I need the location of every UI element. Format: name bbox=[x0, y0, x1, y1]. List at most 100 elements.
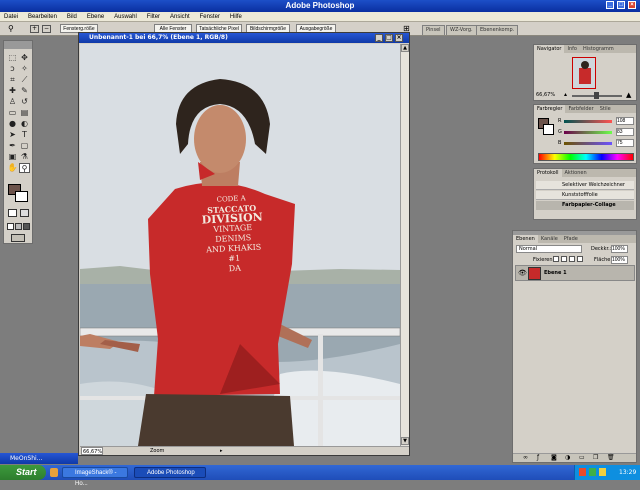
zoom-out-icon[interactable]: − bbox=[42, 25, 51, 33]
background-color-swatch[interactable] bbox=[15, 191, 28, 202]
green-slider[interactable] bbox=[564, 131, 612, 134]
zoom-icon[interactable]: ⚲ bbox=[8, 24, 20, 34]
maximize-button[interactable]: □ bbox=[617, 1, 625, 9]
close-button[interactable]: × bbox=[628, 1, 636, 9]
blue-value-input[interactable] bbox=[616, 139, 634, 147]
tab-history[interactable]: Protokoll bbox=[534, 169, 562, 177]
opacity-input[interactable] bbox=[611, 245, 628, 253]
slice-tool-icon[interactable]: ⟋ bbox=[19, 75, 30, 85]
zoom-tool-icon[interactable]: ⚲ bbox=[19, 163, 30, 173]
layer-mask-icon[interactable]: ◙ bbox=[551, 454, 557, 461]
clone-stamp-tool-icon[interactable]: ♙ bbox=[7, 97, 18, 107]
tab-actions[interactable]: Aktionen bbox=[562, 169, 590, 177]
tab-swatches[interactable]: Farbfelder bbox=[565, 105, 596, 113]
new-group-icon[interactable]: ▭ bbox=[579, 454, 585, 461]
red-value-input[interactable] bbox=[616, 117, 634, 125]
taskbar-item-photoshop[interactable]: Adobe Photoshop bbox=[134, 467, 206, 478]
navigator-zoom-out-icon[interactable]: ▴ bbox=[564, 91, 567, 98]
new-layer-icon[interactable]: ❐ bbox=[593, 454, 598, 461]
red-slider[interactable] bbox=[564, 120, 612, 123]
tray-icon[interactable] bbox=[599, 468, 606, 476]
eyedropper-tool-icon[interactable]: ⚗ bbox=[19, 152, 30, 162]
blend-mode-select[interactable]: Normal bbox=[516, 245, 582, 253]
adjustment-layer-icon[interactable]: ◑ bbox=[565, 454, 570, 461]
blue-slider[interactable] bbox=[564, 142, 612, 145]
history-item[interactable]: Selektiver Weichzeichner bbox=[536, 181, 634, 190]
layer-style-icon[interactable]: ƒ bbox=[537, 454, 539, 461]
zoom-in-icon[interactable]: + bbox=[30, 25, 39, 33]
quickmask-standard-icon[interactable] bbox=[8, 209, 17, 217]
document-title-bar[interactable]: Unbenannt-1 bei 66,7% (Ebene 1, RGB/8) _… bbox=[79, 33, 409, 43]
menu-datei[interactable]: Datei bbox=[0, 12, 22, 22]
color-ramp[interactable] bbox=[538, 153, 634, 161]
navigator-zoom-in-icon[interactable]: ▲ bbox=[626, 91, 631, 99]
marquee-tool-icon[interactable]: ⬚ bbox=[7, 53, 18, 63]
tab-navigator[interactable]: Navigator bbox=[534, 45, 565, 53]
navigator-preview[interactable] bbox=[572, 57, 596, 89]
screen-mode-menubar-icon[interactable] bbox=[15, 223, 22, 230]
quickmask-mode-icon[interactable] bbox=[20, 209, 29, 217]
magic-wand-tool-icon[interactable]: ✧ bbox=[19, 64, 30, 74]
notes-tool-icon[interactable]: ▣ bbox=[7, 152, 18, 162]
tray-icon[interactable] bbox=[589, 468, 596, 476]
visibility-eye-icon[interactable]: 👁 bbox=[518, 269, 527, 277]
doc-close-button[interactable]: × bbox=[395, 34, 403, 42]
move-tool-icon[interactable]: ✥ bbox=[19, 53, 30, 63]
crop-tool-icon[interactable]: ⌗ bbox=[7, 75, 18, 85]
hand-tool-icon[interactable]: ✋ bbox=[7, 163, 18, 173]
doc-maximize-button[interactable]: □ bbox=[385, 34, 393, 42]
menu-auswahl[interactable]: Auswahl bbox=[110, 12, 141, 22]
healing-brush-tool-icon[interactable]: ✚ bbox=[7, 86, 18, 96]
fill-input[interactable] bbox=[611, 256, 628, 264]
tab-color[interactable]: Farbregler bbox=[534, 105, 566, 113]
status-info[interactable]: Zoom bbox=[150, 447, 164, 455]
color-bg-swatch[interactable] bbox=[543, 124, 554, 135]
eraser-tool-icon[interactable]: ▭ bbox=[7, 108, 18, 118]
scroll-up-arrow[interactable]: ▲ bbox=[401, 44, 409, 52]
menu-hilfe[interactable]: Hilfe bbox=[226, 12, 246, 22]
navigator-zoom-field[interactable]: 66,67% bbox=[536, 92, 555, 98]
tray-icon[interactable] bbox=[579, 468, 586, 476]
image-canvas[interactable]: CODE A STACCATO DIVISION VINTAGE DENIMS … bbox=[80, 44, 400, 446]
history-brush-tool-icon[interactable]: ↺ bbox=[19, 97, 30, 107]
menu-filter[interactable]: Filter bbox=[143, 12, 164, 22]
pen-tool-icon[interactable]: ✒ bbox=[7, 141, 18, 151]
tab-channels[interactable]: Kanäle bbox=[538, 235, 561, 243]
tab-styles[interactable]: Stile bbox=[597, 105, 614, 113]
toolbox-header[interactable] bbox=[4, 41, 32, 49]
tab-histogram[interactable]: Histogramm bbox=[580, 45, 617, 53]
status-menu-arrow-icon[interactable]: ▸ bbox=[220, 447, 223, 455]
dodge-tool-icon[interactable]: ◐ bbox=[19, 119, 30, 129]
screen-mode-full-icon[interactable] bbox=[23, 223, 30, 230]
doc-minimize-button[interactable]: _ bbox=[375, 34, 383, 42]
palette-tab-layer-comps[interactable]: Ebenenkomp. bbox=[476, 25, 519, 35]
taskbar-item-imageshack[interactable]: ImageShack® - Ho... bbox=[62, 467, 128, 487]
gradient-tool-icon[interactable]: ▤ bbox=[19, 108, 30, 118]
vertical-scrollbar[interactable]: ▲ ▼ bbox=[400, 44, 409, 446]
history-item-active[interactable]: Farbpapier-Collage bbox=[536, 201, 634, 210]
menu-fenster[interactable]: Fenster bbox=[196, 12, 224, 22]
menu-ansicht[interactable]: Ansicht bbox=[166, 12, 194, 22]
green-value-input[interactable] bbox=[616, 128, 634, 136]
path-selection-tool-icon[interactable]: ➤ bbox=[7, 130, 18, 140]
lock-all-icon[interactable] bbox=[577, 256, 583, 262]
minimized-window[interactable]: MeOnShi... bbox=[0, 453, 78, 464]
menu-bearbeiten[interactable]: Bearbeiten bbox=[24, 12, 61, 22]
menu-ebene[interactable]: Ebene bbox=[83, 12, 108, 22]
tab-layers[interactable]: Ebenen bbox=[513, 235, 538, 243]
lock-image-icon[interactable] bbox=[561, 256, 567, 262]
lock-transparency-icon[interactable] bbox=[553, 256, 559, 262]
lasso-tool-icon[interactable]: ↄ bbox=[7, 64, 18, 74]
navigator-zoom-thumb[interactable] bbox=[594, 92, 599, 99]
tab-paths[interactable]: Pfade bbox=[561, 235, 581, 243]
tab-info[interactable]: Info bbox=[564, 45, 579, 53]
palette-tab-tool-presets[interactable]: WZ-Vorg. bbox=[446, 25, 477, 35]
blur-tool-icon[interactable]: ● bbox=[7, 119, 18, 129]
type-tool-icon[interactable]: T bbox=[19, 130, 30, 140]
brush-tool-icon[interactable]: ✎ bbox=[19, 86, 30, 96]
jump-to-imageready-icon[interactable] bbox=[11, 234, 25, 242]
lock-position-icon[interactable] bbox=[569, 256, 575, 262]
minimize-button[interactable]: _ bbox=[606, 1, 614, 9]
scroll-down-arrow[interactable]: ▼ bbox=[401, 437, 409, 445]
menu-bild[interactable]: Bild bbox=[63, 12, 81, 22]
